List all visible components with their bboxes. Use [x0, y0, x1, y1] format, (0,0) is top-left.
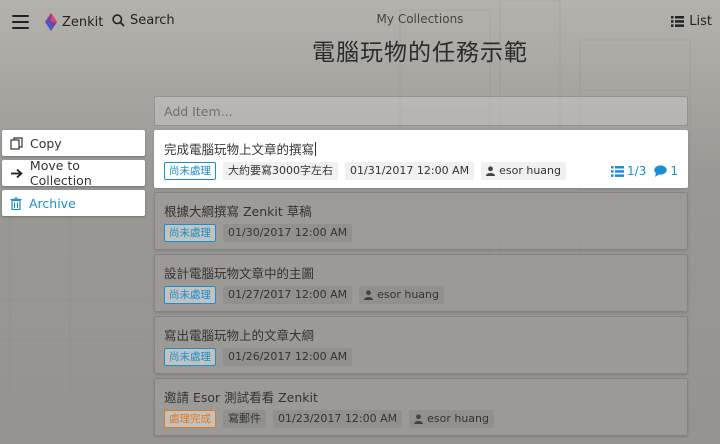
assignee-name: esor huang [427, 412, 489, 425]
comment-value: 1 [670, 164, 678, 178]
item-title[interactable]: 完成電腦玩物上文章的撰寫 [164, 139, 678, 157]
item-date: 01/27/2017 12:00 AM [223, 286, 353, 304]
item-note: 大約要寫3000字左右 [223, 162, 338, 180]
collection-breadcrumb[interactable]: My Collections [0, 12, 720, 26]
status-badge: 尚未處理 [164, 348, 216, 366]
status-badge: 處理完成 [164, 410, 216, 428]
status-badge: 尚未處理 [164, 224, 216, 242]
archive-label: Archive [29, 195, 76, 211]
item-stats: 1/3 1 [611, 164, 678, 178]
item-title[interactable]: 根據大綱撰寫 Zenkit 草稿 [164, 201, 678, 219]
trash-icon [10, 196, 22, 210]
user-icon [364, 290, 374, 300]
item-title[interactable]: 寫出電腦玩物上的文章大綱 [164, 325, 678, 343]
view-switch-button[interactable]: List [671, 14, 712, 29]
user-icon [414, 414, 424, 424]
copy-icon [10, 136, 23, 150]
status-badge: 尚未處理 [164, 162, 216, 180]
assignee-name: esor huang [377, 288, 439, 301]
comment-icon [654, 165, 668, 177]
checklist-icon [611, 165, 625, 177]
list-item[interactable]: 設計電腦玩物文章中的主圖 尚未處理 01/27/2017 12:00 AM es… [154, 254, 688, 312]
item-list: 完成電腦玩物上文章的撰寫 尚未處理 大約要寫3000字左右 01/31/2017… [154, 96, 688, 440]
list-item[interactable]: 根據大綱撰寫 Zenkit 草稿 尚未處理 01/30/2017 12:00 A… [154, 192, 688, 250]
item-date: 01/30/2017 12:00 AM [223, 224, 353, 242]
item-assignee: esor huang [409, 410, 494, 428]
top-bar: Zenkit Search My Collections 電腦玩物的任務示範 L… [0, 0, 720, 66]
item-title[interactable]: 邀請 Esor 測試看看 Zenkit [164, 387, 678, 405]
item-assignee: esor huang [481, 162, 566, 180]
arrow-right-icon [10, 168, 23, 178]
add-item-input[interactable] [154, 96, 688, 126]
item-assignee: esor huang [359, 286, 444, 304]
item-date: 01/26/2017 12:00 AM [223, 348, 353, 366]
checklist-value: 1/3 [627, 164, 647, 178]
comment-count[interactable]: 1 [654, 164, 678, 178]
assignee-name: esor huang [499, 164, 561, 177]
move-to-collection-button[interactable]: Move to Collection [2, 158, 145, 188]
list-item[interactable]: 寫出電腦玩物上的文章大綱 尚未處理 01/26/2017 12:00 AM [154, 316, 688, 374]
copy-button[interactable]: Copy [2, 130, 145, 156]
item-date: 01/31/2017 12:00 AM [345, 162, 475, 180]
list-item[interactable]: 完成電腦玩物上文章的撰寫 尚未處理 大約要寫3000字左右 01/31/2017… [154, 130, 688, 188]
list-item[interactable]: 邀請 Esor 測試看看 Zenkit 處理完成 寫郵件 01/23/2017 … [154, 378, 688, 436]
user-icon [486, 166, 496, 176]
archive-button[interactable]: Archive [2, 190, 145, 216]
item-date: 01/23/2017 12:00 AM [273, 410, 403, 428]
move-label: Move to Collection [29, 158, 92, 188]
copy-label: Copy [30, 135, 62, 151]
page-title: 電腦玩物的任務示範 [312, 40, 528, 66]
item-note: 寫郵件 [223, 410, 266, 428]
item-action-menu: Copy Move to Collection Archive [2, 130, 145, 220]
status-badge: 尚未處理 [164, 286, 216, 304]
item-title[interactable]: 設計電腦玩物文章中的主圖 [164, 263, 678, 281]
list-view-icon [671, 16, 685, 27]
view-label: List [689, 14, 712, 29]
checklist-count[interactable]: 1/3 [611, 164, 646, 178]
